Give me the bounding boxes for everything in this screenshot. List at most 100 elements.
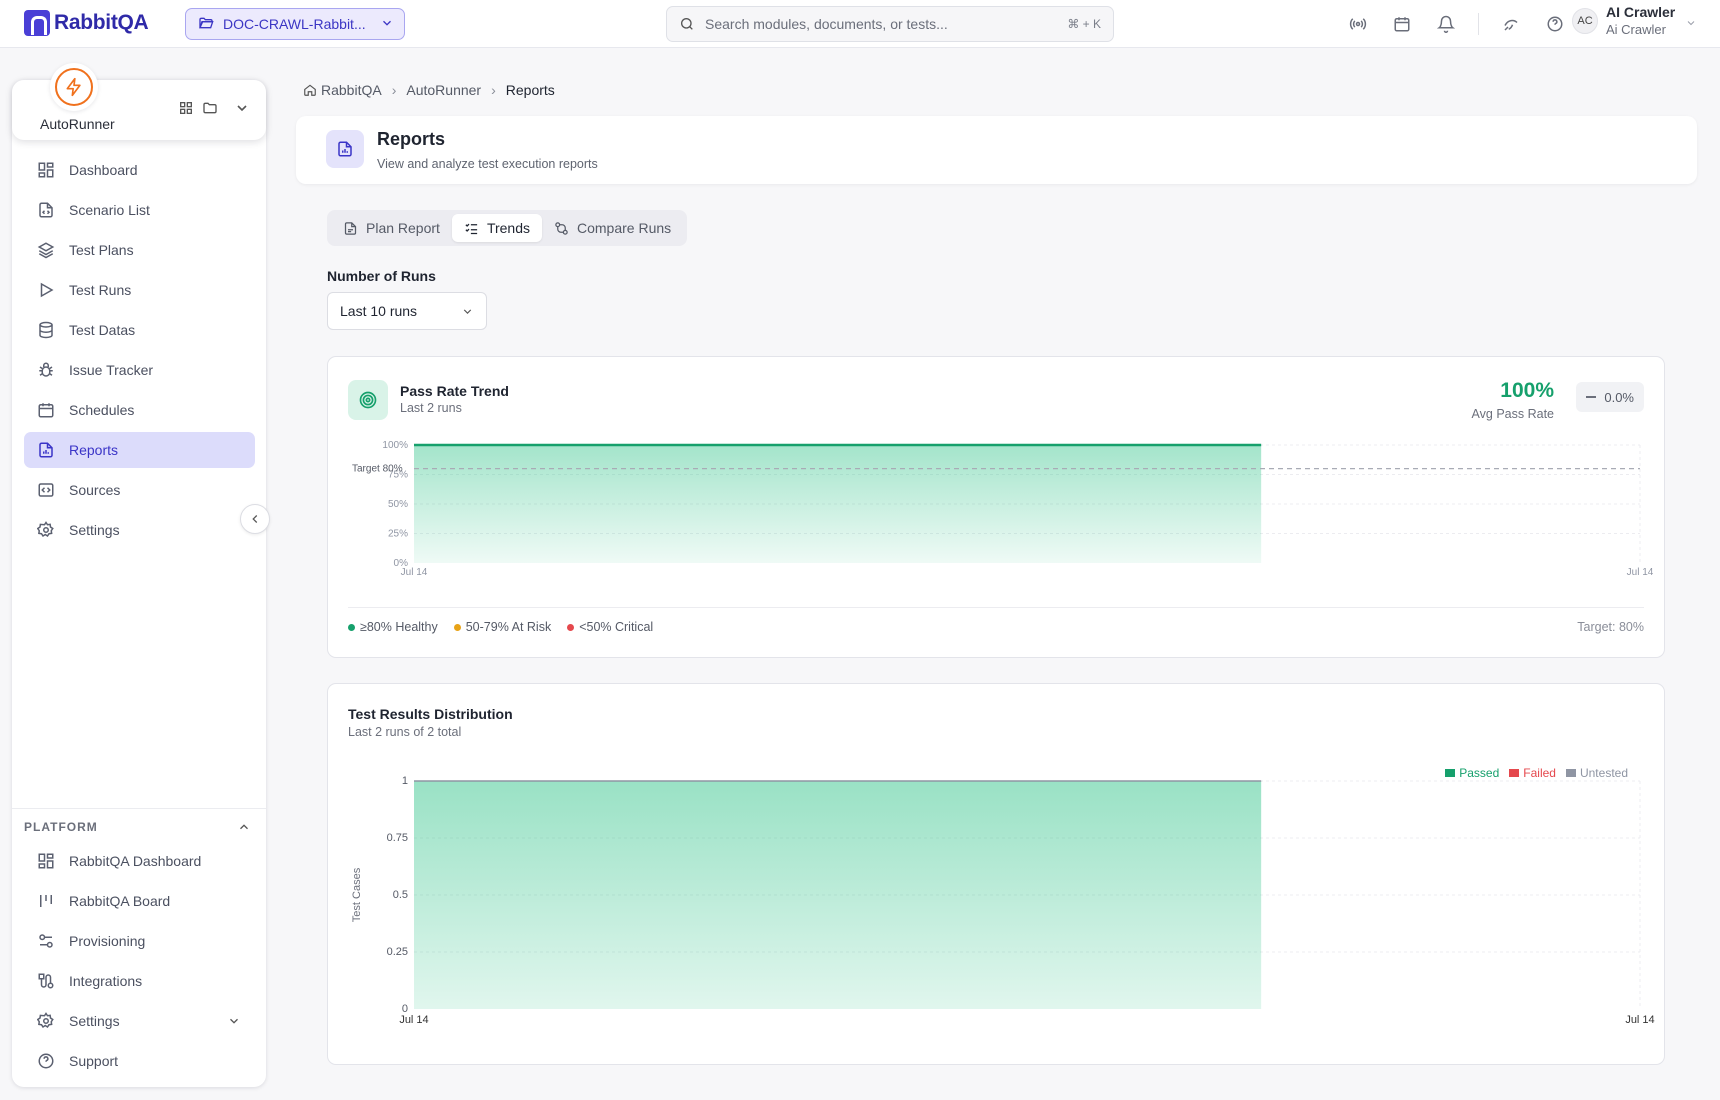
list-check-icon	[464, 221, 479, 236]
breadcrumb-link[interactable]: RabbitQA	[321, 82, 382, 98]
layers-icon	[36, 240, 56, 260]
sidebar-item-integrations[interactable]: Integrations	[24, 963, 255, 999]
sidebar-item-settings[interactable]: Settings	[24, 512, 255, 548]
sidebar-item-label: Sources	[69, 482, 121, 498]
y-axis-label: Test Cases	[351, 867, 363, 922]
breadcrumb-separator: ›	[391, 82, 397, 98]
legend-dot	[453, 623, 461, 631]
app-switcher[interactable]: AutoRunner	[12, 63, 266, 140]
sidebar-item-label: Test Datas	[69, 322, 136, 338]
chevron-down-icon	[380, 16, 394, 33]
runs-filter-select[interactable]: Last 10 runs	[327, 292, 487, 330]
x-tick-label: Jul 14	[1627, 567, 1654, 578]
sidebar-item-rabbitqa-dashboard[interactable]: RabbitQA Dashboard	[24, 843, 255, 879]
project-selector[interactable]: DOC-CRAWL-Rabbit...	[185, 8, 405, 40]
platform-section-header[interactable]: PLATFORM	[24, 820, 255, 834]
sidebar-item-rabbitqa-board[interactable]: RabbitQA Board	[24, 883, 255, 919]
sidebar-item-label: Support	[69, 1053, 119, 1069]
y-tick-label: 50%	[388, 499, 408, 510]
sidebar-item-support[interactable]: Support	[24, 1043, 255, 1079]
bell-icon[interactable]	[1434, 12, 1458, 36]
avatar: AC	[1572, 8, 1598, 35]
pass-rate-area	[414, 445, 1262, 563]
runs-filter-label: Number of Runs	[327, 268, 436, 284]
tab-trends[interactable]: Trends	[451, 214, 542, 242]
target-line-label: Target 80%	[352, 464, 403, 475]
breadcrumb-separator: ›	[491, 82, 496, 98]
legend-label: <50% Critical	[579, 620, 654, 634]
sidebar-item-test-plans[interactable]: Test Plans	[24, 232, 255, 268]
target-note: Target: 80%	[1577, 620, 1644, 634]
sidebar-item-issue-tracker[interactable]: Issue Tracker	[24, 352, 255, 388]
pass-rate-legend: ≥80% Healthy 50-79% At Risk <50% Critica…	[348, 620, 669, 634]
global-search[interactable]: ⌘ + K	[666, 6, 1114, 42]
tab-label: Plan Report	[366, 220, 440, 236]
breadcrumb: RabbitQA › AutoRunner › Reports	[303, 82, 555, 98]
chevron-left-icon	[248, 512, 262, 526]
distribution-card: Test Results Distribution Last 2 runs of…	[327, 683, 1665, 1065]
sidebar-item-label: RabbitQA Dashboard	[69, 853, 202, 869]
divider	[348, 607, 1644, 608]
sidebar-item-platform-settings[interactable]: Settings	[24, 1003, 255, 1039]
dashboard-icon	[36, 851, 56, 871]
gear-icon	[36, 520, 56, 540]
theme-icon[interactable]	[1499, 12, 1523, 36]
calendar-icon[interactable]	[1390, 12, 1414, 36]
collapse-sidebar-button[interactable]	[240, 504, 270, 534]
chevron-down-icon	[227, 1014, 241, 1028]
folder-icon[interactable]	[202, 100, 218, 116]
sidebar-item-provisioning[interactable]: Provisioning	[24, 923, 255, 959]
compare-icon	[554, 221, 569, 236]
brand-logo[interactable]: RabbitQA	[24, 10, 149, 36]
board-icon	[36, 891, 56, 911]
sidebar-item-label: Provisioning	[69, 933, 146, 949]
page-title: Reports	[377, 129, 446, 149]
y-tick-label: 25%	[388, 529, 408, 540]
broadcast-icon[interactable]	[1346, 12, 1370, 36]
search-shortcut: ⌘ + K	[1067, 17, 1101, 31]
search-input[interactable]	[705, 16, 1068, 32]
gear-icon	[36, 1011, 56, 1031]
sidebar-item-test-datas[interactable]: Test Datas	[24, 312, 255, 348]
sidebar-item-label: Issue Tracker	[69, 362, 154, 378]
sidebar-item-sources[interactable]: Sources	[24, 472, 255, 508]
user-menu[interactable]: AC AI Crawler Ai Crawler	[1572, 4, 1697, 38]
chevron-down-icon[interactable]	[234, 100, 250, 116]
legend-label: 50-79% At Risk	[465, 620, 552, 634]
sidebar-item-test-runs[interactable]: Test Runs	[24, 272, 255, 308]
help-icon[interactable]	[1543, 12, 1567, 36]
sidebar-item-reports[interactable]: Reports	[24, 432, 255, 468]
sidebar-item-label: Scenario List	[69, 202, 150, 218]
legend-item-healthy: ≥80% Healthy	[348, 620, 438, 634]
y-tick-label: 0.75	[387, 832, 408, 844]
sidebar: AutoRunner Dashboard Scenario List Test …	[12, 63, 266, 1087]
y-tick-label: 0.25	[387, 946, 408, 958]
app-nav: Dashboard Scenario List Test Plans Test …	[24, 152, 255, 552]
tab-compare-runs[interactable]: Compare Runs	[542, 214, 683, 242]
lightning-icon	[55, 68, 93, 106]
divider	[12, 808, 266, 809]
pass-rate-card: Pass Rate Trend Last 2 runs 100% Avg Pas…	[327, 356, 1665, 658]
top-actions	[1346, 12, 1587, 36]
page-header: Reports View and analyze test execution …	[296, 116, 1697, 184]
brand-name: RabbitQA	[54, 11, 149, 34]
legend-dot	[348, 623, 355, 631]
y-tick-label: 0.5	[393, 889, 408, 901]
sidebar-item-scenario-list[interactable]: Scenario List	[24, 192, 255, 228]
tab-plan-report[interactable]: Plan Report	[331, 214, 452, 242]
y-tick-label: 100%	[382, 440, 408, 451]
report-icon	[36, 440, 56, 460]
y-tick-label: 1	[402, 775, 408, 787]
sidebar-item-schedules[interactable]: Schedules	[24, 392, 255, 428]
breadcrumb-link[interactable]: AutoRunner	[406, 82, 481, 98]
grid-icon[interactable]	[178, 100, 194, 116]
chevron-down-icon	[1685, 16, 1697, 32]
user-subtitle: Ai Crawler	[1606, 22, 1666, 38]
help-icon	[36, 1051, 56, 1071]
legend-dot	[567, 623, 575, 631]
sidebar-item-label: Integrations	[69, 973, 143, 989]
breadcrumb-current: Reports	[505, 82, 555, 98]
sliders-icon	[36, 931, 56, 951]
sidebar-item-dashboard[interactable]: Dashboard	[24, 152, 255, 188]
rabbitqa-logo-icon	[24, 10, 50, 36]
